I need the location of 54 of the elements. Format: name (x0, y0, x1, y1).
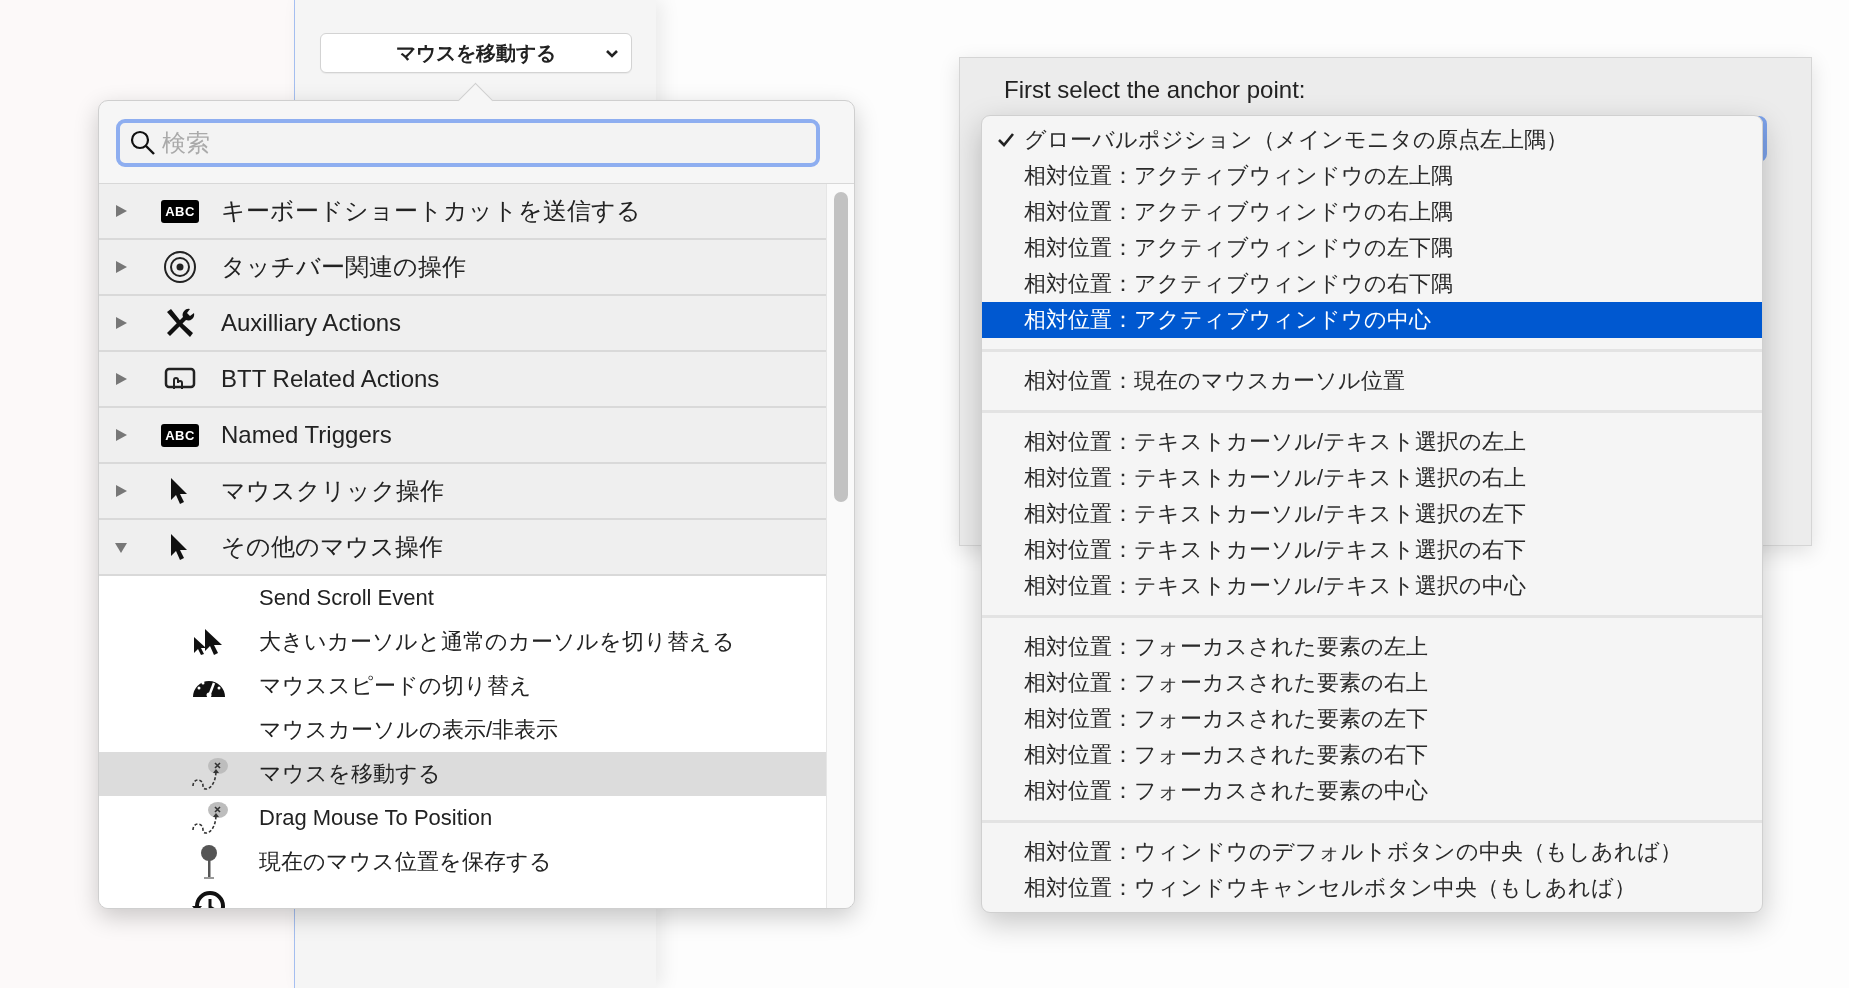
menu-item[interactable]: グローバルポジション（メインモニタの原点左上隅） (982, 122, 1762, 158)
action-item[interactable]: 現在のマウス位置を保存する (99, 840, 826, 884)
dialog-label: First select the anchor point: (1004, 76, 1307, 104)
action-item[interactable]: マウススピードの切り替え (99, 664, 826, 708)
menu-item[interactable]: 相対位置：フォーカスされた要素の左上 (982, 629, 1762, 665)
action-item[interactable]: マウスを移動する (99, 752, 826, 796)
action-item[interactable]: Send Scroll Event (99, 576, 826, 620)
menu-item[interactable]: 相対位置：現在のマウスカーソル位置 (982, 363, 1762, 399)
expand-triangle-icon[interactable] (114, 484, 128, 498)
category-row[interactable]: タッチバー関連の操作 (99, 240, 826, 296)
search-icon (130, 130, 156, 156)
category-row[interactable]: その他のマウス操作 (99, 520, 826, 576)
action-item[interactable]: Drag Mouse To Position (99, 796, 826, 840)
expand-triangle-icon[interactable] (114, 260, 128, 274)
path-icon (189, 800, 229, 836)
action-item[interactable]: マウスカーソルの表示/非表示 (99, 708, 826, 752)
abc-icon: ABC (161, 423, 199, 447)
menu-item[interactable]: 相対位置：フォーカスされた要素の右下 (982, 737, 1762, 773)
menu-item[interactable]: 相対位置：フォーカスされた要素の左下 (982, 701, 1762, 737)
menu-item[interactable]: 相対位置：テキストカーソル/テキスト選択の右下 (982, 532, 1762, 568)
menu-item[interactable]: 相対位置：ウィンドウのデフォルトボタンの中央（もしあれば） (982, 834, 1762, 870)
menu-item[interactable]: 相対位置：ウィンドウキャンセルボタン中央（もしあれば） (982, 870, 1762, 906)
action-dropdown[interactable]: マウスを移動する (319, 33, 632, 73)
chevron-icon (604, 48, 619, 60)
menu-item[interactable]: 相対位置：アクティブウィンドウの左上隅 (982, 158, 1762, 194)
menu-item[interactable]: 相対位置：テキストカーソル/テキスト選択の左下 (982, 496, 1762, 532)
category-row[interactable]: ABC キーボードショートカットを送信する (99, 184, 826, 240)
menu-item[interactable]: 相対位置：アクティブウィンドウの中心 (982, 302, 1762, 338)
search-field[interactable]: 検索 (116, 119, 820, 167)
category-row[interactable]: ABC Named Triggers (99, 408, 826, 464)
menu-item[interactable]: 相対位置：アクティブウィンドウの左下隅 (982, 230, 1762, 266)
pin-icon (198, 844, 220, 880)
hand-frame-icon (164, 367, 196, 391)
expand-triangle-icon[interactable] (114, 372, 128, 386)
menu-item[interactable]: 相対位置：フォーカスされた要素の中心 (982, 773, 1762, 809)
menu-item[interactable]: 相対位置：アクティブウィンドウの右下隅 (982, 266, 1762, 302)
abc-icon: ABC (161, 199, 199, 223)
category-row[interactable]: BTT Related Actions (99, 352, 826, 408)
action-item[interactable]: 大きいカーソルと通常のカーソルを切り替える (99, 620, 826, 664)
menu-item[interactable]: 相対位置：フォーカスされた要素の右上 (982, 665, 1762, 701)
menu-item[interactable]: 相対位置：テキストカーソル/テキスト選択の中心 (982, 568, 1762, 604)
expand-triangle-icon[interactable] (114, 428, 128, 442)
menu-item[interactable]: 相対位置：テキストカーソル/テキスト選択の左上 (982, 424, 1762, 460)
expand-triangle-icon[interactable] (114, 316, 128, 330)
scrollbar[interactable] (826, 184, 854, 908)
menu-item[interactable]: 相対位置：アクティブウィンドウの右上隅 (982, 194, 1762, 230)
menu-item[interactable]: 相対位置：テキストカーソル/テキスト選択の右上 (982, 460, 1762, 496)
category-row[interactable]: マウスクリック操作 (99, 464, 826, 520)
collapse-triangle-icon[interactable] (114, 540, 128, 554)
expand-triangle-icon[interactable] (114, 204, 128, 218)
path-icon (189, 756, 229, 792)
target-icon (163, 250, 197, 284)
scroll-thumb[interactable] (833, 192, 848, 502)
category-row[interactable]: Auxilliary Actions (99, 296, 826, 352)
